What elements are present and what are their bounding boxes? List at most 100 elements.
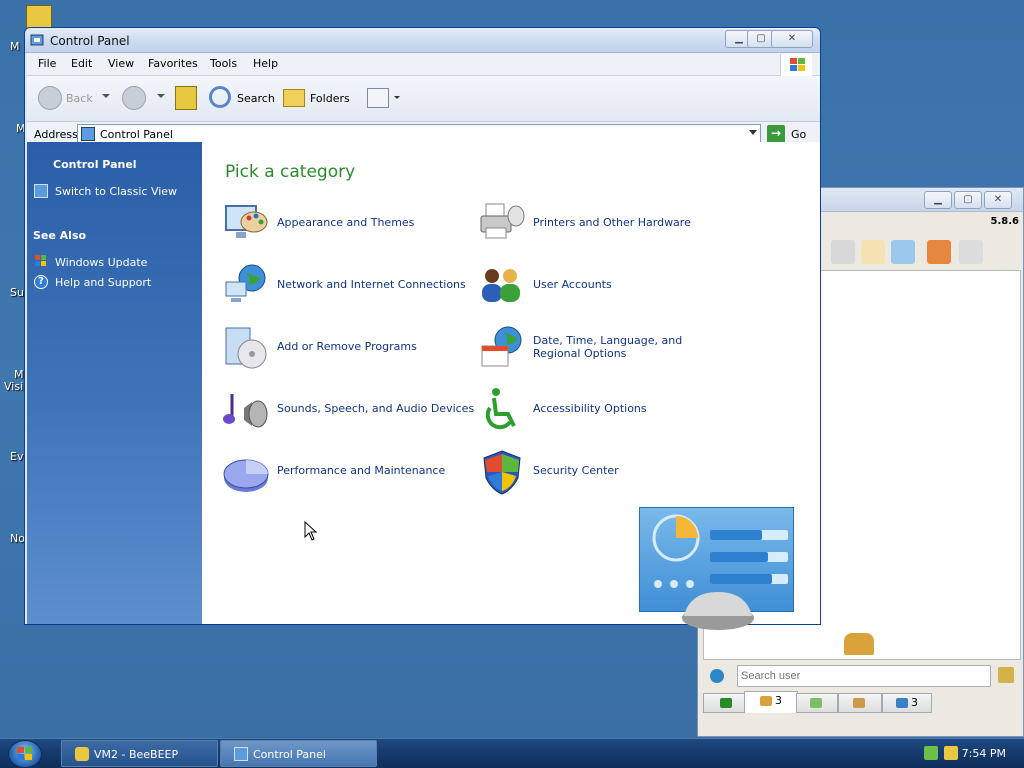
address-value: Control Panel <box>100 128 173 141</box>
close-button[interactable]: ✕ <box>771 30 813 48</box>
menu-view[interactable]: View <box>108 57 134 70</box>
category-security-center[interactable]: Security Center <box>478 448 728 498</box>
control-panel-task-icon <box>234 747 248 761</box>
taskbar-button-beebeep[interactable]: VM2 - BeeBEEP <box>61 740 218 767</box>
back-button-label[interactable]: Back <box>66 92 93 105</box>
chat-tab-icon <box>809 698 822 708</box>
date-time-globe-icon <box>481 326 522 367</box>
search-button-label[interactable]: Search <box>237 92 275 105</box>
shares-tab-icon <box>896 698 908 708</box>
desktop-label-1: M <box>10 40 20 53</box>
folders-button-label[interactable]: Folders <box>310 92 350 105</box>
back-dropdown-icon[interactable] <box>102 94 110 98</box>
network-globe-icon <box>225 264 266 302</box>
search-user-input[interactable] <box>737 665 991 687</box>
classic-view-icon <box>34 184 48 198</box>
menu-file[interactable]: File <box>38 57 56 70</box>
category-date-time[interactable]: Date, Time, Language, and Regional Optio… <box>478 324 728 374</box>
security-shield-icon <box>483 450 521 495</box>
clock[interactable]: 7:54 PM <box>962 747 1006 760</box>
minimize-button[interactable]: ▁ <box>924 191 952 209</box>
windows-update-link[interactable]: Windows Update <box>55 256 147 269</box>
desktop-label-7: No <box>10 532 25 545</box>
forward-dropdown-icon[interactable] <box>157 94 165 98</box>
search-icon[interactable] <box>209 86 231 108</box>
home-icon[interactable] <box>927 240 951 264</box>
edit-icon[interactable] <box>861 240 885 264</box>
mouse-cursor-icon <box>304 521 318 541</box>
switch-classic-view-link[interactable]: Switch to Classic View <box>55 185 177 198</box>
beebeep-tray-icon[interactable] <box>944 746 958 760</box>
search-row <box>703 663 1021 691</box>
windows-update-icon <box>35 255 46 266</box>
category-add-remove[interactable]: Add or Remove Programs <box>222 324 472 374</box>
sounds-speaker-icon <box>223 394 268 428</box>
page-title: Pick a category <box>225 162 356 182</box>
task-pane: Control Panel Switch to Classic View See… <box>27 142 202 624</box>
desktop-label-3: Su <box>10 286 24 299</box>
tools-icon[interactable] <box>891 240 915 264</box>
address-dropdown-icon[interactable] <box>749 130 757 135</box>
desktop-icon-recycle[interactable] <box>26 5 52 29</box>
control-panel-icon <box>30 34 44 46</box>
forward-arrow-icon[interactable] <box>122 86 146 110</box>
category-appearance[interactable]: Appearance and Themes <box>222 200 472 250</box>
help-support-link[interactable]: Help and Support <box>55 276 151 289</box>
tab-chats[interactable] <box>796 693 838 713</box>
tab-users[interactable]: 3 <box>744 691 798 713</box>
folders-icon[interactable] <box>283 89 305 107</box>
start-button[interactable] <box>8 740 42 768</box>
taskbar-button-control-panel[interactable]: Control Panel <box>220 740 377 767</box>
control-panel-titlebar[interactable]: Control Panel ▁ ▢ ✕ <box>25 28 820 53</box>
control-panel-small-icon <box>81 127 95 141</box>
back-arrow-icon[interactable] <box>38 86 62 110</box>
clear-icon[interactable] <box>998 667 1014 683</box>
up-folder-icon[interactable] <box>175 86 197 110</box>
category-sounds[interactable]: Sounds, Speech, and Audio Devices <box>222 386 474 436</box>
address-input[interactable]: Control Panel <box>77 124 761 144</box>
go-button[interactable]: Go <box>791 128 806 141</box>
message-icon[interactable] <box>831 240 855 264</box>
trash-icon[interactable] <box>959 240 983 264</box>
tab-groups[interactable] <box>838 693 882 713</box>
home-tab-icon <box>719 698 732 708</box>
control-panel-watermark-icon <box>639 507 794 630</box>
category-user-accounts[interactable]: User Accounts <box>478 262 728 312</box>
category-network[interactable]: Network and Internet Connections <box>222 262 472 312</box>
go-arrow-icon[interactable]: → <box>767 125 785 143</box>
appearance-themes-icon <box>225 205 268 238</box>
add-remove-programs-icon <box>225 327 267 369</box>
control-panel-window: Control Panel ▁ ▢ ✕ File Edit View Favor… <box>24 27 821 630</box>
start-logo-icon <box>17 747 32 760</box>
category-performance[interactable]: Performance and Maintenance <box>222 448 472 498</box>
performance-pie-icon <box>223 459 269 492</box>
network-tray-icon[interactable] <box>924 746 938 760</box>
menu-tools[interactable]: Tools <box>210 57 237 70</box>
accessibility-icon <box>485 388 516 430</box>
views-icon[interactable] <box>367 88 389 108</box>
category-printers[interactable]: Printers and Other Hardware <box>478 200 728 250</box>
maximize-button[interactable]: ▢ <box>954 191 982 209</box>
search-status-icon <box>710 669 724 683</box>
desktop-label-6: Ev <box>10 450 24 463</box>
menu-bar: File Edit View Favorites Tools Help <box>27 53 820 76</box>
taskbar: VM2 - BeeBEEP Control Panel 7:54 PM <box>0 738 1024 768</box>
user-accounts-icon <box>482 269 520 302</box>
toolbar: Back Search Folders <box>27 76 820 122</box>
beebeep-tabs: 3 3 <box>703 691 1021 715</box>
users-tab-icon <box>760 696 772 706</box>
window-title: Control Panel <box>50 34 130 48</box>
close-button[interactable]: ✕ <box>984 191 1012 209</box>
task-pane-heading: Control Panel <box>53 158 137 171</box>
tab-shares[interactable]: 3 <box>882 693 932 713</box>
views-dropdown-icon[interactable] <box>394 96 400 99</box>
desktop-label-5: Visi <box>4 380 24 393</box>
groups-tab-icon <box>852 698 865 708</box>
beebeep-version: 5.8.6 <box>990 216 1019 227</box>
menu-favorites[interactable]: Favorites <box>148 57 198 70</box>
category-accessibility[interactable]: Accessibility Options <box>478 386 728 436</box>
windows-logo-icon <box>780 54 812 76</box>
menu-help[interactable]: Help <box>253 57 278 70</box>
see-also-heading: See Also <box>33 229 87 242</box>
menu-edit[interactable]: Edit <box>71 57 92 70</box>
